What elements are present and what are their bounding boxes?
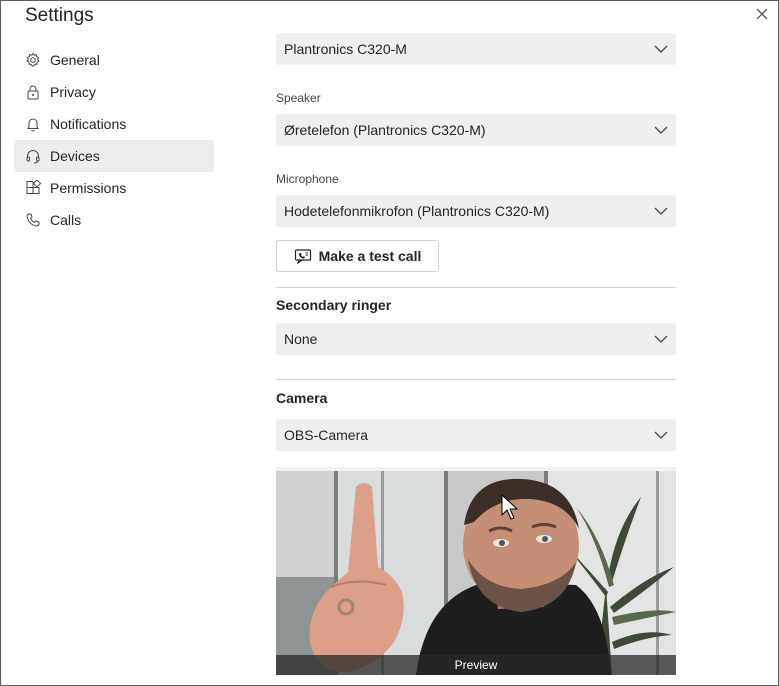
preview-label-bar: Preview (276, 655, 676, 675)
secondary-ringer-dropdown[interactable]: None (276, 323, 676, 355)
test-call-icon (294, 248, 312, 264)
divider (276, 379, 676, 380)
bell-icon (25, 116, 41, 132)
dropdown-value: Plantronics C320-M (284, 41, 407, 57)
dialog-title: Settings (25, 5, 94, 26)
divider (276, 287, 676, 288)
sidebar-item-label: Permissions (50, 180, 127, 196)
headset-icon (25, 148, 41, 164)
camera-preview-image (276, 467, 676, 675)
lock-icon (25, 84, 41, 100)
sidebar-item-devices[interactable]: Devices (14, 140, 214, 172)
secondary-ringer-heading: Secondary ringer (276, 297, 392, 313)
preview-label: Preview (454, 658, 498, 672)
test-call-label: Make a test call (318, 248, 422, 264)
chevron-down-icon (654, 428, 668, 442)
camera-preview: Preview (276, 467, 676, 675)
camera-heading: Camera (276, 390, 328, 406)
close-icon[interactable] (754, 6, 770, 22)
sidebar-item-general[interactable]: General (14, 44, 214, 76)
sidebar-item-label: Devices (50, 148, 100, 164)
dropdown-value: Hodetelefonmikrofon (Plantronics C320-M) (284, 203, 550, 219)
dropdown-value: Øretelefon (Plantronics C320-M) (284, 122, 486, 138)
speaker-dropdown[interactable]: Øretelefon (Plantronics C320-M) (276, 114, 676, 146)
chevron-down-icon (654, 204, 668, 218)
dropdown-value: None (284, 331, 318, 347)
chevron-down-icon (654, 123, 668, 137)
phone-icon (25, 212, 41, 228)
microphone-label: Microphone (276, 172, 339, 186)
speaker-label: Speaker (276, 91, 321, 105)
sidebar-item-label: General (50, 52, 100, 68)
sidebar-item-permissions[interactable]: Permissions (14, 172, 214, 204)
microphone-dropdown[interactable]: Hodetelefonmikrofon (Plantronics C320-M) (276, 195, 676, 227)
gear-icon (25, 52, 41, 68)
sidebar-item-label: Privacy (50, 84, 96, 100)
sidebar-item-privacy[interactable]: Privacy (14, 76, 214, 108)
make-test-call-button[interactable]: Make a test call (276, 240, 439, 272)
sidebar-item-notifications[interactable]: Notifications (14, 108, 214, 140)
sidebar-item-label: Notifications (50, 116, 127, 132)
settings-nav: General Privacy Notifications Devices Pe… (14, 44, 214, 236)
apps-icon (25, 180, 41, 196)
settings-dialog: Settings General Privacy Notifications D… (0, 0, 779, 686)
dropdown-value: OBS-Camera (284, 427, 369, 443)
camera-dropdown[interactable]: OBS-Camera (276, 419, 676, 451)
sidebar-item-label: Calls (50, 212, 82, 228)
audio-device-dropdown[interactable]: Plantronics C320-M (276, 33, 676, 65)
sidebar-item-calls[interactable]: Calls (14, 204, 214, 236)
chevron-down-icon (654, 332, 668, 346)
chevron-down-icon (654, 42, 668, 56)
